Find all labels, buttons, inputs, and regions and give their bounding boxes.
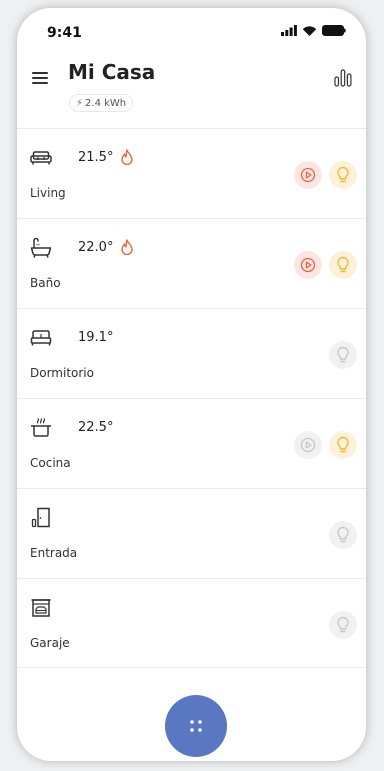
sofa-icon xyxy=(30,151,52,165)
energy-value: 2.4 kWh xyxy=(85,97,127,109)
room-temperature: 22.0° xyxy=(78,240,114,255)
room-name: Garaje xyxy=(30,636,70,650)
status-bar: 9:41 xyxy=(17,8,366,48)
energy-badge: ⚡︎ 2.4 kWh xyxy=(69,94,134,112)
room-name: Cocina xyxy=(30,456,71,470)
light-toggle-button[interactable] xyxy=(329,251,357,279)
room-temperature: 22.5° xyxy=(78,420,114,435)
signal-icon xyxy=(281,25,297,36)
status-icons xyxy=(281,25,346,36)
phone-frame: 9:41 Mi Casa ⚡︎ 2.4 kWh 21.5° Living 22.… xyxy=(17,8,366,761)
grid-dots-icon xyxy=(190,720,202,732)
room-row-living[interactable]: 21.5° Living xyxy=(17,128,366,218)
room-list: 21.5° Living 22.0° Baño 19.1° Dormitorio… xyxy=(17,128,366,668)
room-row-bano[interactable]: 22.0° Baño xyxy=(17,218,366,308)
room-row-dormitorio[interactable]: 19.1° Dormitorio xyxy=(17,308,366,398)
scene-play-button[interactable] xyxy=(294,251,322,279)
play-circle-icon xyxy=(300,437,316,453)
play-circle-icon xyxy=(300,167,316,183)
room-row-garaje[interactable]: Garaje xyxy=(17,578,366,668)
lightning-icon: ⚡︎ xyxy=(76,97,84,109)
room-row-entrada[interactable]: Entrada xyxy=(17,488,366,578)
light-toggle-button[interactable] xyxy=(329,431,357,459)
main-menu-fab[interactable] xyxy=(165,695,227,757)
light-toggle-button[interactable] xyxy=(329,161,357,189)
status-time: 9:41 xyxy=(47,25,82,41)
light-toggle-button[interactable] xyxy=(329,611,357,639)
flame-icon xyxy=(121,149,133,165)
flame-icon xyxy=(121,239,133,255)
lightbulb-icon xyxy=(337,616,349,633)
lightbulb-icon xyxy=(337,436,349,453)
room-name: Baño xyxy=(30,276,61,290)
scene-play-button[interactable] xyxy=(294,161,322,189)
wifi-icon xyxy=(302,26,317,36)
room-name: Dormitorio xyxy=(30,366,94,380)
garage-icon xyxy=(31,599,51,617)
cooking-pot-icon xyxy=(31,418,51,437)
room-row-cocina[interactable]: 22.5° Cocina xyxy=(17,398,366,488)
light-toggle-button[interactable] xyxy=(329,341,357,369)
room-name: Entrada xyxy=(30,546,78,560)
scene-play-button[interactable] xyxy=(294,431,322,459)
door-icon xyxy=(31,507,50,528)
lightbulb-icon xyxy=(337,256,349,273)
page-title: Mi Casa xyxy=(68,60,156,84)
stats-icon[interactable] xyxy=(333,68,353,88)
room-temperature: 19.1° xyxy=(78,330,114,345)
menu-icon[interactable] xyxy=(31,68,51,88)
lightbulb-icon xyxy=(337,526,349,543)
lightbulb-icon xyxy=(337,346,349,363)
app-header: Mi Casa ⚡︎ 2.4 kWh xyxy=(17,56,366,136)
light-toggle-button[interactable] xyxy=(329,521,357,549)
bathtub-icon xyxy=(30,237,52,258)
lightbulb-icon xyxy=(337,166,349,183)
play-circle-icon xyxy=(300,257,316,273)
battery-icon xyxy=(322,25,346,36)
bed-icon xyxy=(30,330,52,346)
room-name: Living xyxy=(30,186,66,200)
room-temperature: 21.5° xyxy=(78,150,114,165)
